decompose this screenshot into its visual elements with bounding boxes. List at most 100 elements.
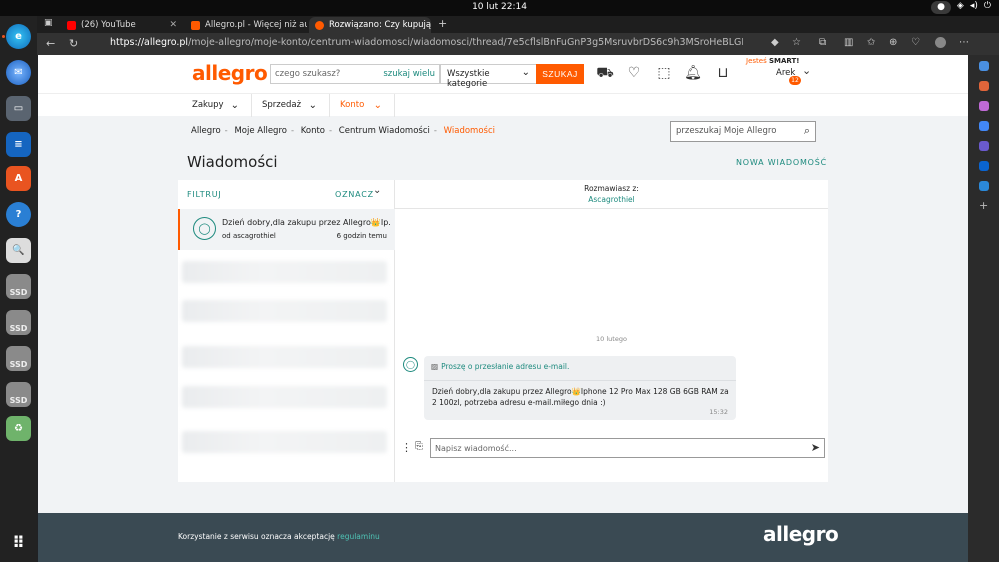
thread-subject: Dzień dobry,dla zakupu przez Allegro👑Ip.… <box>222 218 390 227</box>
ssd-drive-icon[interactable]: SSD <box>6 346 31 371</box>
games-icon[interactable] <box>979 121 989 131</box>
email-request-note: ▨ Proszę o przesłanie adresu e-mail. <box>431 362 569 371</box>
tab-forum[interactable]: Rozwiązano: Czy kupując <box>309 17 431 33</box>
messages-icon[interactable]: ⬚ <box>655 65 673 83</box>
breadcrumb-item[interactable]: Konto <box>301 126 325 136</box>
url-field[interactable]: https://allegro.pl/moje-allegro/moje-kon… <box>110 37 743 52</box>
chevron-down-icon: ⌄ <box>373 100 382 111</box>
tab-bar: ▣ (26) YouTube ✕ Allegro.pl - Więcej niż… <box>37 16 999 33</box>
chevron-down-icon[interactable]: ⌄ <box>802 64 811 77</box>
add-sidebar-icon[interactable]: + <box>979 200 989 211</box>
tab-title: (26) YouTube <box>81 20 136 30</box>
drop-icon[interactable] <box>979 181 989 191</box>
back-icon[interactable]: ← <box>46 37 55 50</box>
menu-label: Zakupy <box>192 100 224 110</box>
trash-icon[interactable]: ♻ <box>6 416 31 441</box>
image-viewer-icon[interactable]: 🔍 <box>6 238 31 263</box>
more-options-icon[interactable]: ⋮ <box>401 441 412 454</box>
heart-icon[interactable]: ♡ <box>625 65 643 83</box>
search-many-link[interactable]: szukaj wielu <box>383 69 435 79</box>
messages-panel: FILTRUJ OZNACZ ⌄ ◯ Dzień dobry,dla zakup… <box>178 180 828 482</box>
volume-icon[interactable]: ◂) <box>970 1 978 14</box>
close-tab-icon[interactable]: ✕ <box>169 20 177 30</box>
browser-essentials-icon[interactable]: ♡ <box>911 37 920 48</box>
network-icon[interactable]: ◈ <box>957 1 964 14</box>
tab-youtube[interactable]: (26) YouTube ✕ <box>61 17 183 33</box>
footer-text: Korzystanie z serwisu oznacza akceptację… <box>178 532 380 541</box>
message-text: Dzień dobry,dla zakupu przez Allegro👑Iph… <box>432 387 729 407</box>
mark-button[interactable]: OZNACZ <box>335 190 374 199</box>
cart-icon[interactable]: ⊔ <box>714 65 732 83</box>
ssd-drive-icon[interactable]: SSD <box>6 382 31 407</box>
app-center-icon[interactable]: A <box>6 166 31 191</box>
more-menu-icon[interactable]: ⋯ <box>959 37 969 48</box>
power-icon[interactable]: ⏻ <box>984 1 991 14</box>
breadcrumb-separator: - <box>433 126 437 136</box>
show-apps-icon[interactable]: ⠿ <box>6 530 31 555</box>
attachment-icon[interactable]: ⎘ <box>415 441 423 452</box>
profile-avatar[interactable] <box>935 37 946 48</box>
search-button[interactable]: SZUKAJ <box>536 64 584 84</box>
list-item-blurred[interactable] <box>182 386 387 408</box>
menu-sprzedaz[interactable]: Sprzedaż ⌄ <box>252 94 330 117</box>
delivery-truck-icon[interactable]: ⛟ <box>596 65 614 83</box>
outlook-icon[interactable] <box>979 161 989 171</box>
allegro-logo[interactable]: allegro <box>192 61 268 85</box>
chevron-down-icon[interactable]: ⌄ <box>373 185 381 196</box>
collections-icon[interactable]: ⊕ <box>889 37 897 48</box>
search-sidebar-icon[interactable] <box>979 61 989 71</box>
conversation: Rozmawiasz z: Ascagrothiel 10 lutego ◯ ▨… <box>395 180 828 482</box>
notification-badge: 12 <box>789 76 801 85</box>
help-icon[interactable]: ? <box>6 202 31 227</box>
tab-allegro[interactable]: Allegro.pl - Więcej niż aukcj ✕ <box>185 17 307 33</box>
search-input[interactable]: czego szukasz? szukaj wielu <box>270 64 440 84</box>
tools-icon[interactable] <box>979 101 989 111</box>
category-select[interactable]: Wszystkie kategorie ⌄ <box>440 64 537 89</box>
terms-link[interactable]: regulaminu <box>337 532 380 541</box>
reload-icon[interactable]: ↻ <box>69 37 78 50</box>
list-item-blurred[interactable] <box>182 346 387 368</box>
footer-logo[interactable]: allegro <box>763 522 839 546</box>
breadcrumb-item[interactable]: Allegro <box>191 126 221 136</box>
send-icon[interactable]: ➤ <box>811 441 820 454</box>
new-message-button[interactable]: NOWA WIADOMOŚĆ <box>736 158 827 167</box>
list-item-blurred[interactable] <box>182 261 387 283</box>
menu-label: Sprzedaż <box>262 100 302 110</box>
message-time: 15:32 <box>709 408 728 416</box>
user-avatar-icon: ◯ <box>193 217 216 240</box>
ssd-drive-icon[interactable]: SSD <box>6 310 31 335</box>
copilot-icon[interactable] <box>979 141 989 151</box>
new-tab-icon[interactable]: + <box>438 17 447 30</box>
filter-button[interactable]: FILTRUJ <box>187 190 222 199</box>
files-icon[interactable]: ▭ <box>6 96 31 121</box>
thread-item-active[interactable]: ◯ Dzień dobry,dla zakupu przez Allegro👑I… <box>178 209 395 250</box>
search-icon[interactable]: ⌕ <box>804 124 810 138</box>
extensions-icon[interactable]: ⧉ <box>819 37 826 48</box>
list-item-blurred[interactable] <box>182 431 387 453</box>
extension-icon[interactable]: ◆ <box>771 37 779 48</box>
conversation-partner[interactable]: Ascagrothiel <box>395 195 828 204</box>
ssd-drive-icon[interactable]: SSD <box>6 274 31 299</box>
menu-zakupy[interactable]: Zakupy ⌄ <box>182 94 252 117</box>
thunderbird-icon[interactable]: ✉ <box>6 60 31 85</box>
breadcrumb-item[interactable]: Moje Allegro <box>234 126 287 136</box>
address-bar: ← ↻ https://allegro.pl/moje-allegro/moje… <box>37 33 999 55</box>
favorite-star-icon[interactable]: ☆ <box>792 37 801 48</box>
status-pill-icon[interactable]: ● <box>931 1 951 14</box>
favorites-icon[interactable]: ✩ <box>867 37 875 48</box>
list-item-blurred[interactable] <box>182 300 387 322</box>
message-input[interactable]: Napisz wiadomość... ➤ <box>430 438 825 458</box>
shopping-icon[interactable] <box>979 81 989 91</box>
split-screen-icon[interactable]: ▥ <box>844 37 853 48</box>
writer-icon[interactable]: ≡ <box>6 132 31 157</box>
breadcrumb-item[interactable]: Centrum Wiadomości <box>339 126 430 136</box>
system-tray[interactable]: ● ◈ ◂) ⏻ <box>931 1 991 14</box>
smart-badge[interactable]: Jesteś SMART! <box>746 57 799 65</box>
system-clock[interactable]: 10 lut 22:14 <box>0 2 999 12</box>
menu-konto[interactable]: Konto ⌄ <box>330 94 395 117</box>
page-search-input[interactable]: przeszukaj Moje Allegro ⌕ <box>670 121 816 142</box>
thread-list: FILTRUJ OZNACZ ⌄ ◯ Dzień dobry,dla zakup… <box>178 180 395 482</box>
tab-actions-icon[interactable]: ▣ <box>44 18 53 28</box>
edge-browser-icon[interactable]: e <box>6 24 31 49</box>
bell-icon[interactable]: 🔔︎ <box>684 65 702 83</box>
